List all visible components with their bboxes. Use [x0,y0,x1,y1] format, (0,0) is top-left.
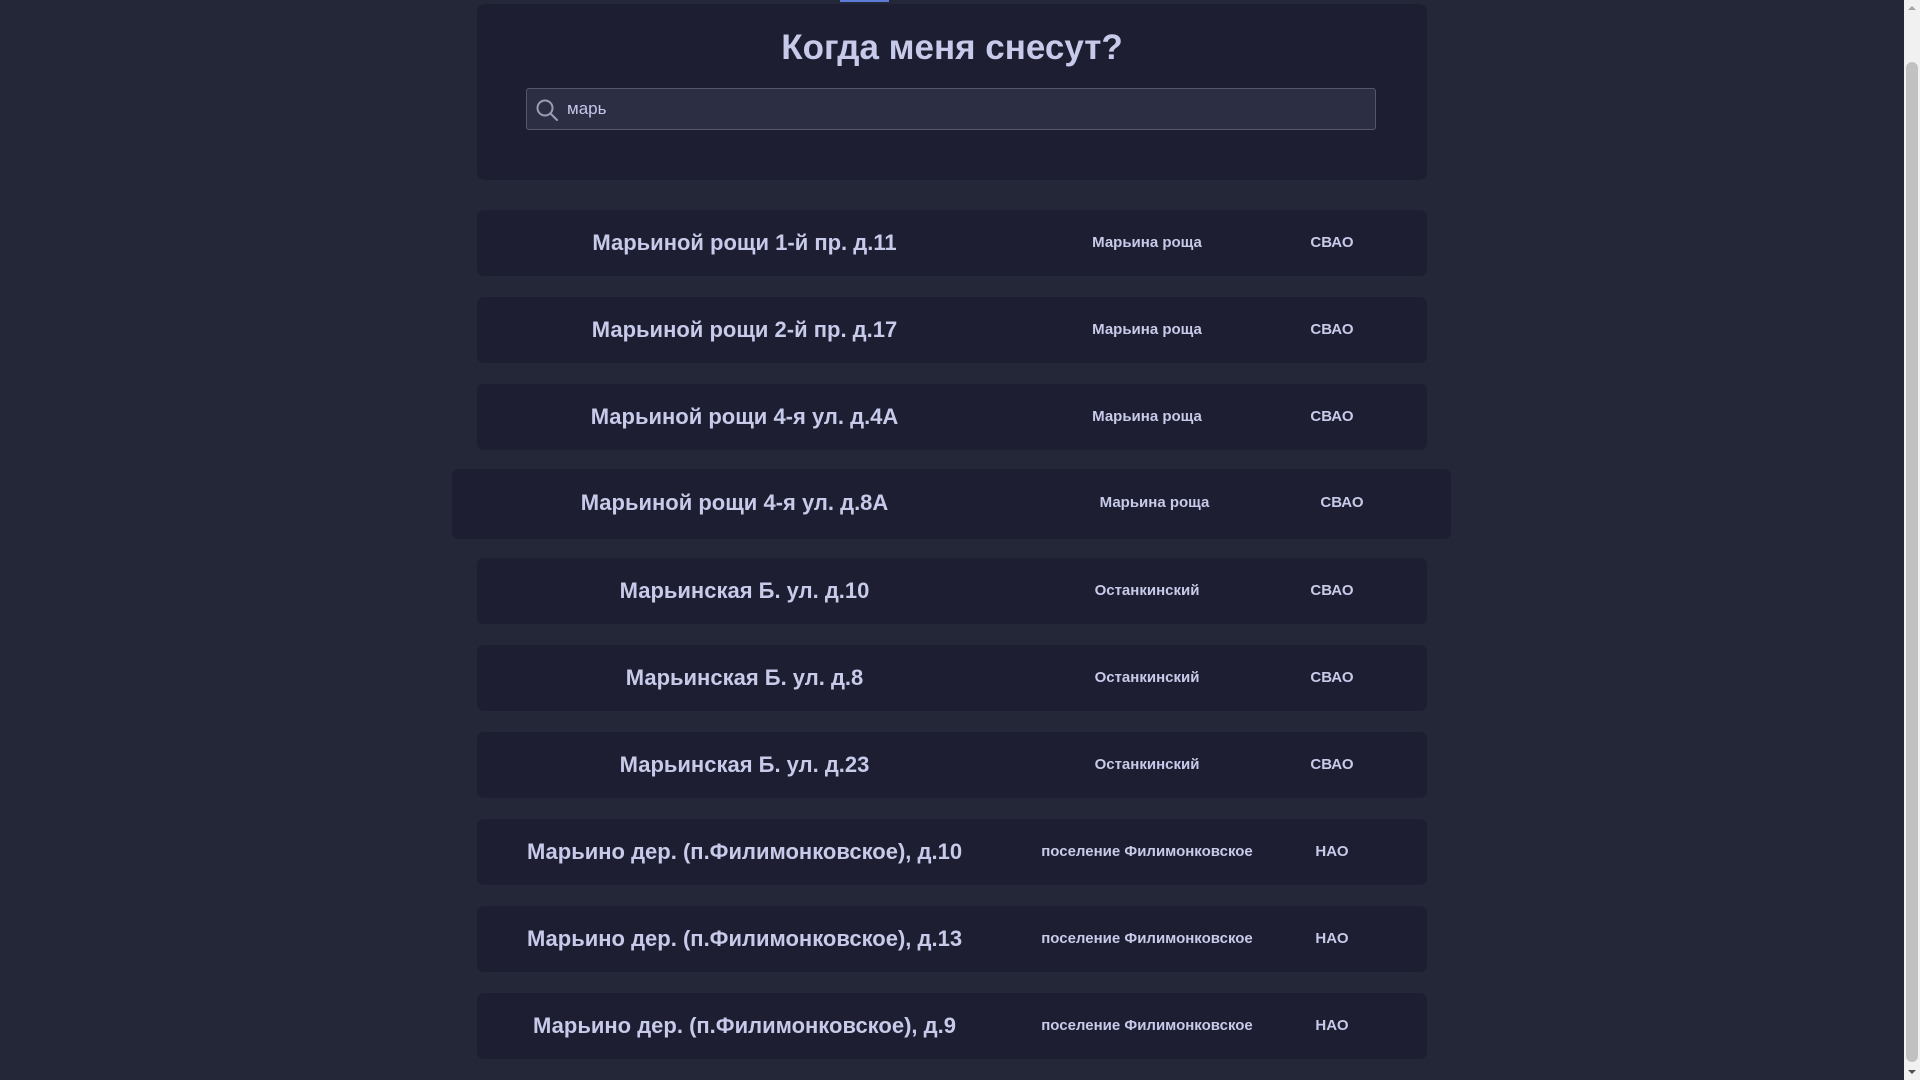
result-address: Марьиной рощи 2-й пр. д.17 [591,317,898,342]
scrollbar-thumb[interactable] [1906,62,1918,1062]
result-okrug: СВАО [1310,234,1354,251]
result-okrug: СВАО [1310,408,1354,425]
search-box[interactable] [526,88,1376,130]
result-okrug: СВАО [1310,321,1354,338]
result-district: Марьина роща [1092,321,1202,338]
result-district: Марьина роща [1092,408,1202,425]
result-district: поселение Филимонковское [1041,930,1253,947]
result-row[interactable]: Марьинская Б. ул. д.23 Останкинский СВАО [477,732,1427,798]
result-address: Марьинская Б. ул. д.10 [619,578,870,603]
active-tab-indicator [840,0,889,2]
scroll-down-arrow-icon[interactable] [1904,1064,1920,1080]
result-address: Марьино дер. (п.Филимонковское), д.13 [526,926,963,951]
result-row[interactable]: Марьино дер. (п.Филимонковское), д.10 по… [477,819,1427,885]
result-district: поселение Филимонковское [1041,1017,1253,1034]
result-okrug: НАО [1315,930,1349,947]
result-row[interactable]: Марьино дер. (п.Филимонковское), д.13 по… [477,906,1427,972]
page-title: Когда меня снесут? [781,28,1123,67]
result-address: Марьинская Б. ул. д.8 [625,665,864,690]
scroll-up-arrow-icon[interactable] [1904,0,1920,16]
result-row-hovered[interactable]: Марьиной рощи 4-я ул. д.8А Марьина роща … [452,469,1451,539]
result-okrug: НАО [1315,843,1349,860]
result-district: поселение Филимонковское [1041,843,1253,860]
result-row[interactable]: Марьино дер. (п.Филимонковское), д.9 пос… [477,993,1427,1059]
vertical-scrollbar[interactable] [1904,0,1920,1080]
result-address: Марьинская Б. ул. д.23 [619,752,870,777]
result-address: Марьино дер. (п.Филимонковское), д.9 [533,1013,956,1038]
result-district: Останкинский [1094,669,1200,686]
result-okrug: СВАО [1320,494,1364,511]
result-address: Марьино дер. (п.Филимонковское), д.10 [526,839,963,864]
page: Когда меня снесут? Марьиной рощи 1-й пр.… [0,0,1904,1080]
result-row[interactable]: Марьинская Б. ул. д.10 Останкинский СВАО [477,558,1427,624]
result-okrug: НАО [1315,1017,1349,1034]
result-district: Останкинский [1094,582,1200,599]
result-address: Марьиной рощи 4-я ул. д.8А [580,490,889,515]
search-input[interactable] [567,89,1357,129]
result-address: Марьиной рощи 1-й пр. д.11 [592,230,897,255]
result-row[interactable]: Марьинская Б. ул. д.8 Останкинский СВАО [477,645,1427,711]
search-panel: Когда меня снесут? [477,4,1427,180]
search-icon [536,99,558,121]
result-district: Останкинский [1094,756,1200,773]
result-district: Марьина роща [1099,494,1210,511]
result-row[interactable]: Марьиной рощи 4-я ул. д.4А Марьина роща … [477,384,1427,450]
result-row[interactable]: Марьиной рощи 2-й пр. д.17 Марьина роща … [477,297,1427,363]
result-district: Марьина роща [1092,234,1202,251]
result-okrug: СВАО [1310,756,1354,773]
result-okrug: СВАО [1310,669,1354,686]
result-row[interactable]: Марьиной рощи 1-й пр. д.11 Марьина роща … [477,210,1427,276]
result-okrug: СВАО [1310,582,1354,599]
result-address: Марьиной рощи 4-я ул. д.4А [590,404,899,429]
